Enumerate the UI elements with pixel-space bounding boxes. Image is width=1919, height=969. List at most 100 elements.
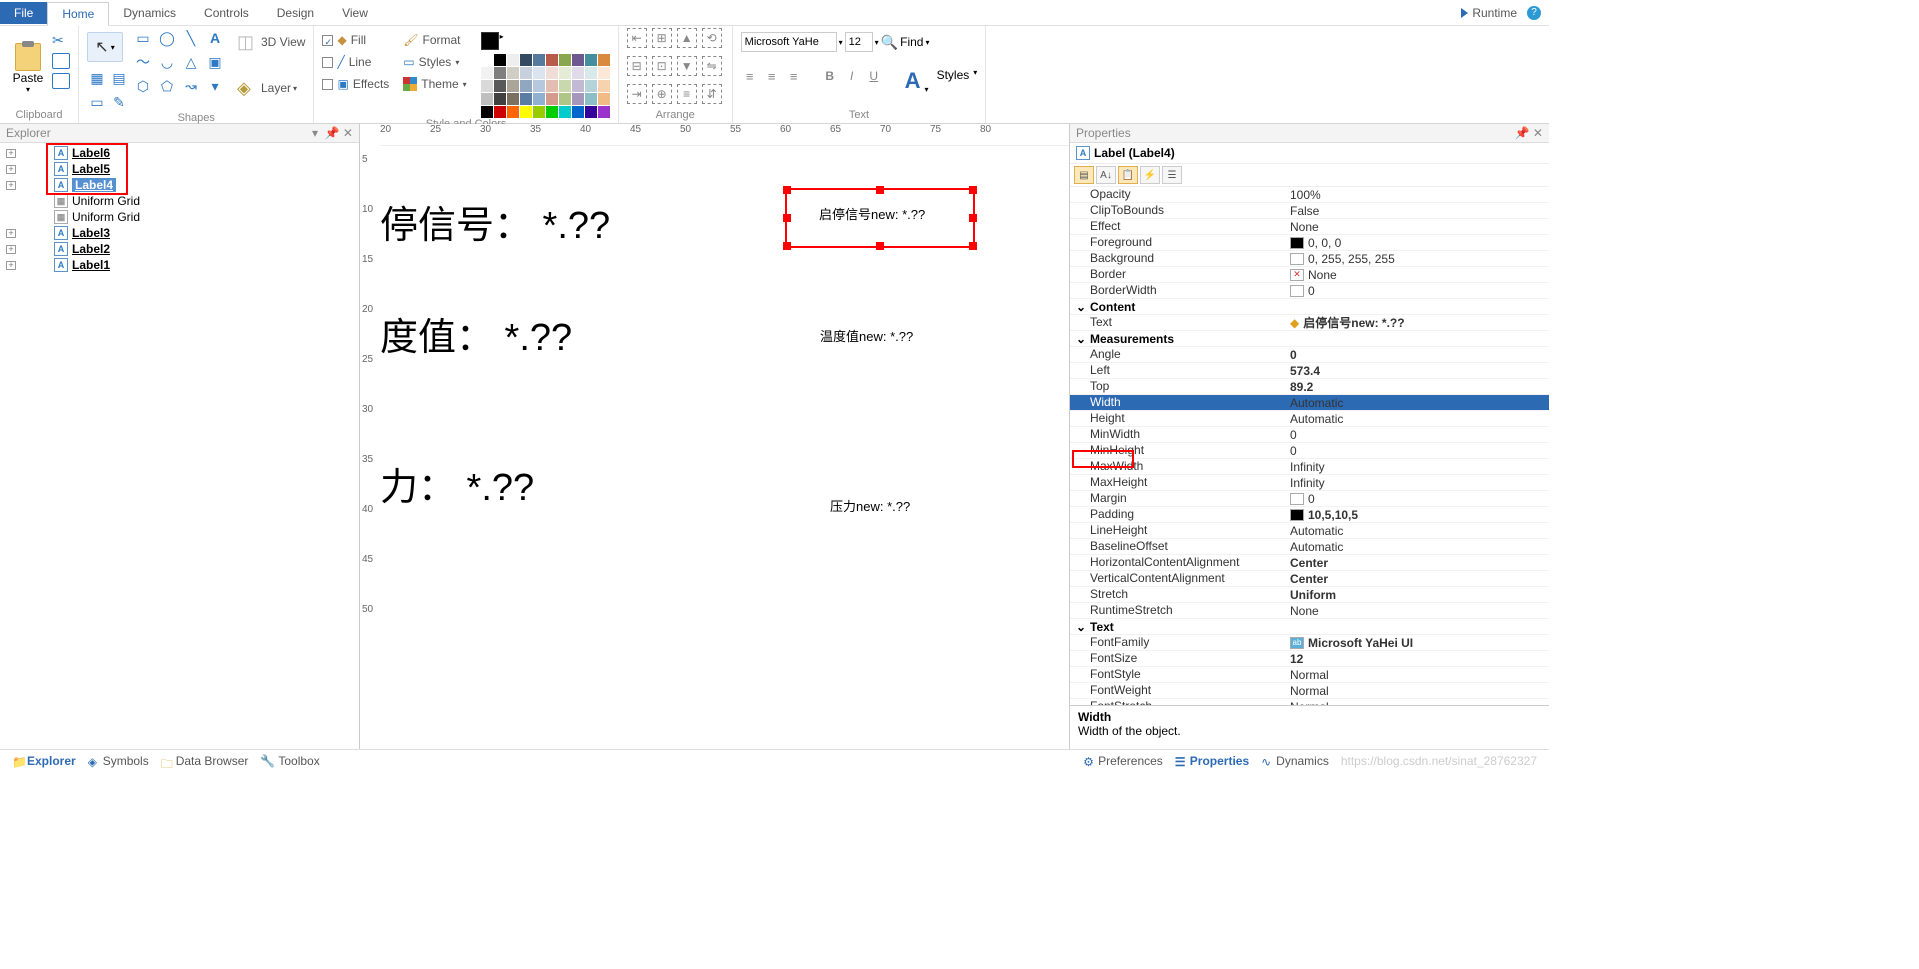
flip-v-icon[interactable]: ⇵	[702, 84, 722, 104]
underline-button[interactable]: U	[865, 68, 883, 84]
prop-category[interactable]: ⌄Text	[1070, 619, 1549, 635]
color-swatch[interactable]	[572, 54, 584, 66]
pen-tool[interactable]: ✎	[109, 92, 129, 112]
help-icon[interactable]: ?	[1527, 6, 1541, 20]
bring-front-icon[interactable]: ▲	[677, 28, 697, 48]
runtime-button[interactable]: Runtime ?	[1461, 6, 1541, 20]
prop-row[interactable]: StretchUniform	[1070, 587, 1549, 603]
layer-button[interactable]: ◈Layer▾	[237, 78, 305, 98]
tree-item[interactable]: ▦Uniform Grid	[4, 209, 355, 225]
font-family-input[interactable]	[741, 32, 837, 52]
alpha-sort-icon[interactable]: A↓	[1096, 166, 1116, 184]
color-swatch[interactable]	[520, 93, 532, 105]
events-icon[interactable]: ⚡	[1140, 166, 1160, 184]
color-swatch[interactable]	[520, 54, 532, 66]
sb-databrowser[interactable]: 🗀Data Browser	[155, 754, 255, 768]
tab-dynamics[interactable]: Dynamics	[109, 2, 190, 24]
align-center-icon[interactable]: ⊟	[627, 56, 647, 76]
color-swatch[interactable]	[559, 93, 571, 105]
prop-row[interactable]: RuntimeStretchNone	[1070, 603, 1549, 619]
bold-button[interactable]: B	[821, 68, 839, 84]
arc-shape[interactable]: ◡	[157, 52, 177, 72]
prop-row[interactable]: EffectNone	[1070, 219, 1549, 235]
color-swatch[interactable]	[507, 106, 519, 118]
prop-row[interactable]: FontStretchNormal	[1070, 699, 1549, 705]
tree-item[interactable]: +ALabel3	[4, 225, 355, 241]
color-swatch[interactable]	[572, 80, 584, 92]
color-swatch[interactable]	[507, 93, 519, 105]
color-swatch[interactable]	[494, 93, 506, 105]
color-swatch[interactable]	[559, 67, 571, 79]
font-size-input[interactable]	[845, 32, 873, 52]
color-swatch[interactable]	[598, 93, 610, 105]
explorer-tree[interactable]: +ALabel6+ALabel5+ALabel4▦Uniform Grid▦Un…	[0, 143, 359, 749]
canvas-label-1[interactable]: 停信号： *.??	[380, 194, 610, 249]
color-swatch[interactable]	[481, 80, 493, 92]
3d-view-button[interactable]: ◫3D View	[237, 32, 305, 52]
align-text-left[interactable]: ≡	[741, 68, 759, 84]
more-shapes[interactable]: ▾	[205, 76, 225, 96]
theme-button[interactable]: Theme▾	[403, 76, 466, 92]
poly-shape[interactable]: ⬡	[133, 76, 153, 96]
prop-row[interactable]: Border✕None	[1070, 267, 1549, 283]
curve-shape[interactable]: 〜	[133, 52, 153, 72]
text-tool[interactable]: ▭	[87, 92, 107, 112]
color-swatch[interactable]	[572, 93, 584, 105]
color-swatch[interactable]	[533, 67, 545, 79]
color-swatch[interactable]	[559, 80, 571, 92]
prop-category[interactable]: ⌄Measurements	[1070, 331, 1549, 347]
prop-row[interactable]: BaselineOffsetAutomatic	[1070, 539, 1549, 555]
color-swatch[interactable]	[546, 80, 558, 92]
categorized-icon[interactable]: ▤	[1074, 166, 1094, 184]
color-swatch[interactable]	[598, 80, 610, 92]
color-swatch[interactable]	[494, 80, 506, 92]
color-swatch[interactable]	[585, 80, 597, 92]
arrow-shape[interactable]: ↝	[181, 76, 201, 96]
sb-explorer[interactable]: 📁Explorer	[6, 754, 82, 768]
tree-item[interactable]: +ALabel5	[4, 161, 355, 177]
rect-shape[interactable]: ▭	[133, 28, 153, 48]
color-swatch[interactable]	[481, 67, 493, 79]
sb-dynamics[interactable]: ∿Dynamics	[1255, 754, 1335, 768]
prop-row[interactable]: WidthAutomatic	[1070, 395, 1549, 411]
tree-item[interactable]: +ALabel2	[4, 241, 355, 257]
canvas-small-3[interactable]: 压力new: *.??	[830, 496, 910, 515]
align-icon[interactable]: ▤	[109, 68, 129, 88]
color-swatch[interactable]	[507, 54, 519, 66]
color-swatch[interactable]	[598, 54, 610, 66]
prop-row[interactable]: HeightAutomatic	[1070, 411, 1549, 427]
prop-row[interactable]: MinHeight0	[1070, 443, 1549, 459]
color-swatch[interactable]	[546, 106, 558, 118]
effects-check[interactable]: ▣Effects	[322, 76, 389, 92]
line-shape[interactable]: ╲	[181, 28, 201, 48]
color-swatch[interactable]	[533, 54, 545, 66]
color-swatch[interactable]	[533, 106, 545, 118]
color-swatch[interactable]	[520, 67, 532, 79]
color-swatch[interactable]	[546, 93, 558, 105]
rotate-icon[interactable]: ⟲	[702, 28, 722, 48]
align-right-icon[interactable]: ⇥	[627, 84, 647, 104]
sb-symbols[interactable]: ◈Symbols	[82, 754, 155, 768]
design-canvas[interactable]: 停信号： *.?? 度值： *.?? 力： *.?? 启停信号new: *.??…	[380, 146, 1069, 749]
prop-row[interactable]: FontFamilyabMicrosoft YaHei UI	[1070, 635, 1549, 651]
color-swatch[interactable]	[494, 54, 506, 66]
prop-row[interactable]: Opacity100%	[1070, 187, 1549, 203]
prop-row[interactable]: MinWidth0	[1070, 427, 1549, 443]
prop-row[interactable]: ClipToBoundsFalse	[1070, 203, 1549, 219]
star-shape[interactable]: ⬠	[157, 76, 177, 96]
color-swatch[interactable]	[546, 67, 558, 79]
color-swatch[interactable]	[533, 93, 545, 105]
prop-row[interactable]: Text◆启停信号new: *.??	[1070, 315, 1549, 331]
tab-home[interactable]: Home	[47, 2, 109, 26]
tab-controls[interactable]: Controls	[190, 2, 263, 24]
tree-item[interactable]: +ALabel1	[4, 257, 355, 273]
color-swatch[interactable]	[598, 106, 610, 118]
props-view-icon[interactable]: 📋	[1118, 166, 1138, 184]
ungroup-icon[interactable]: ⊡	[652, 56, 672, 76]
prop-row[interactable]: MaxWidthInfinity	[1070, 459, 1549, 475]
styles-label-2[interactable]: Styles	[937, 68, 970, 94]
prop-row[interactable]: FontSize12	[1070, 651, 1549, 667]
color-swatch[interactable]	[572, 67, 584, 79]
color-swatch[interactable]	[494, 67, 506, 79]
color-swatch[interactable]	[481, 106, 493, 118]
